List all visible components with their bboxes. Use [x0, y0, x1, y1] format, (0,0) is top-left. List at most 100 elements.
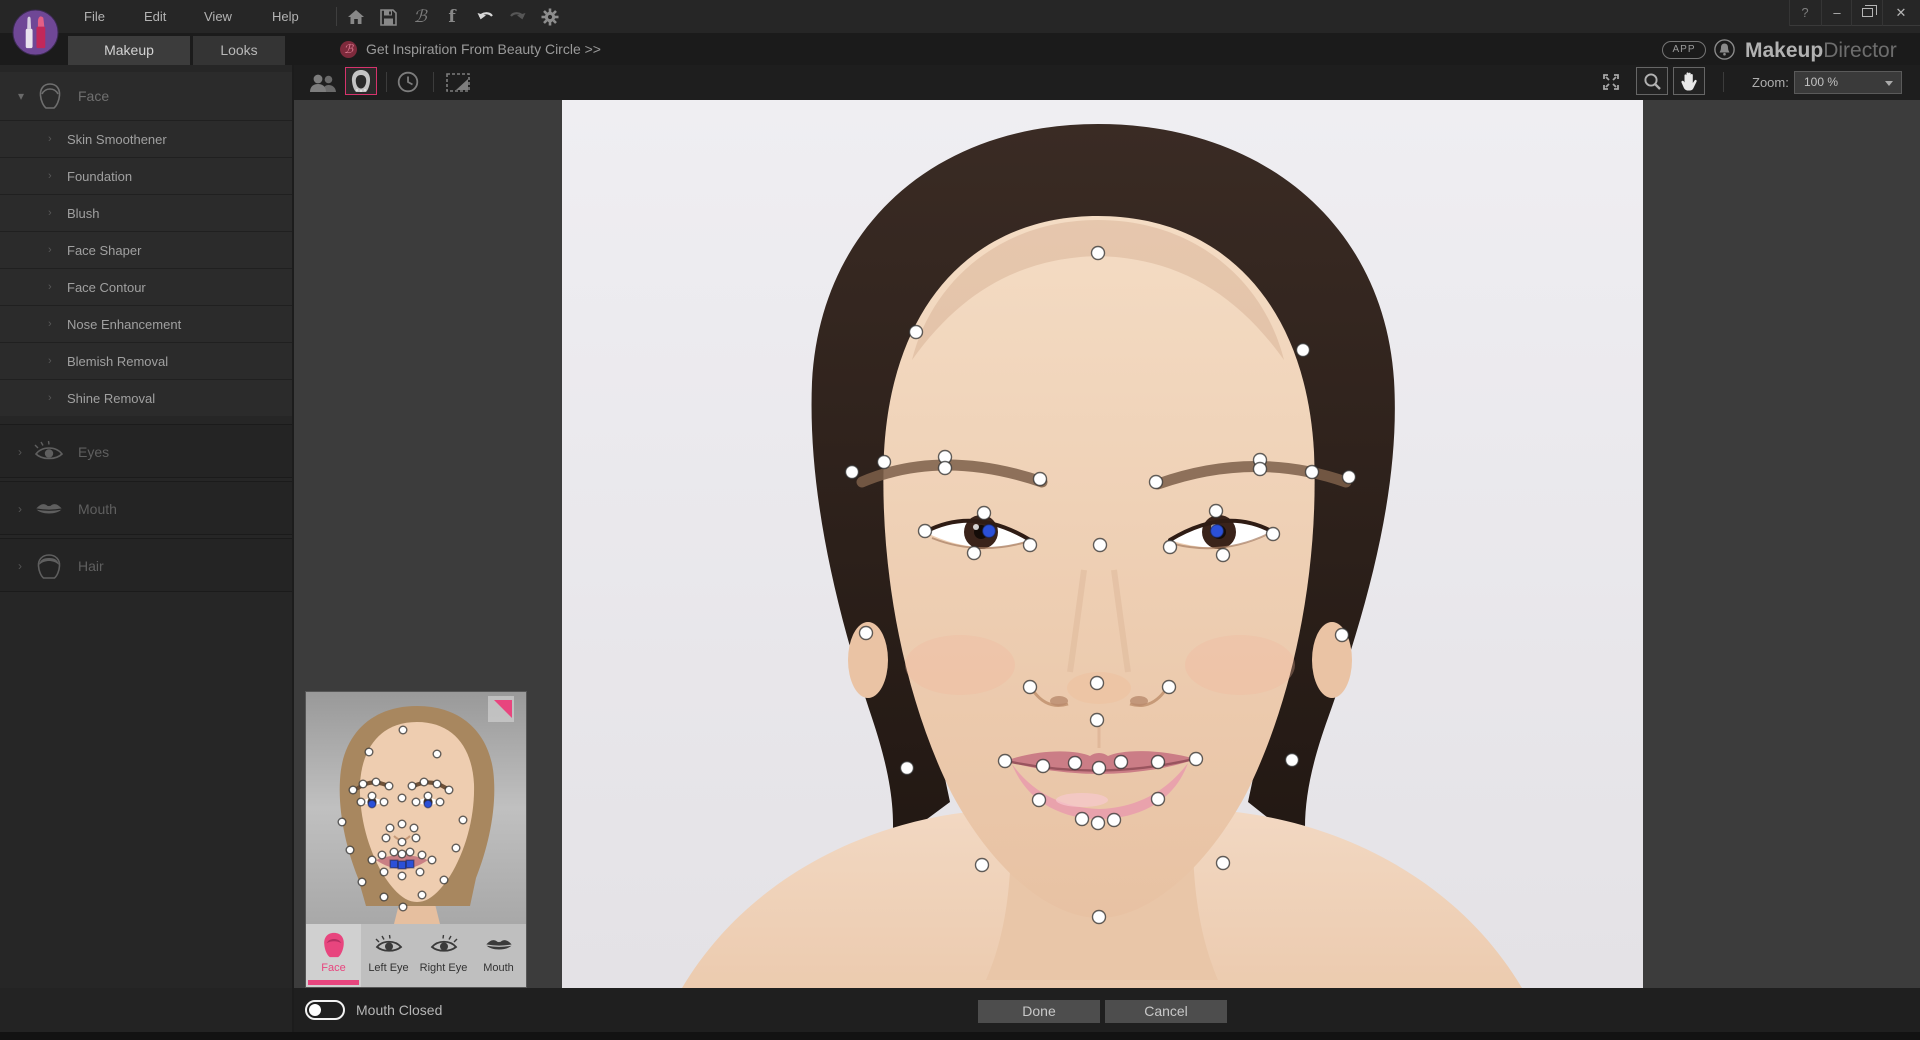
mouth-closed-toggle[interactable] [305, 1000, 345, 1020]
bottom-bar: Mouth Closed Done Cancel [294, 988, 1920, 1032]
menu-edit[interactable]: Edit [130, 0, 180, 33]
sidebar-item-label: Blemish Removal [67, 343, 168, 380]
zoom-tool[interactable] [1636, 67, 1668, 95]
left-eye-icon [374, 932, 404, 958]
redo-icon[interactable] [504, 4, 530, 30]
save-icon[interactable] [375, 4, 401, 30]
zoom-label: Zoom: [1752, 65, 1789, 100]
hair-icon [34, 553, 64, 579]
sidebar-section-face-label: Face [78, 72, 109, 120]
close-button[interactable]: ✕ [1882, 0, 1919, 26]
app-logo-icon [12, 9, 59, 56]
brand-title-bold: Makeup [1745, 39, 1823, 62]
sidebar-item-shine-removal[interactable]: › Shine Removal [0, 379, 292, 416]
chevron-right-icon: › [48, 269, 52, 306]
notification-bell-icon[interactable] [1714, 39, 1735, 60]
chevron-down-icon: ▾ [18, 89, 24, 103]
sidebar: ▾ Face › Skin Smoothener › Foundation › … [0, 65, 292, 1032]
tab-row: Makeup Looks ℬ Get Inspiration From Beau… [0, 33, 1920, 65]
sample-face-thumbnail[interactable] [306, 692, 526, 924]
toolbar-separator-2 [433, 72, 434, 92]
brand-title: MakeupDirector [1745, 36, 1897, 65]
chevron-right-icon: › [48, 121, 52, 158]
tab-looks[interactable]: Looks [193, 36, 285, 65]
chevron-right-icon: › [48, 195, 52, 232]
mouth-icon [484, 932, 514, 958]
eye-icon [34, 439, 64, 465]
fit-screen-icon[interactable] [1596, 68, 1626, 96]
window-controls: ? – ✕ [1789, 0, 1920, 26]
feature-points-panel: Face Left Eye Right Eye [305, 691, 527, 988]
sidebar-item-blemish-removal[interactable]: › Blemish Removal [0, 342, 292, 379]
sidebar-item-face-shaper[interactable]: › Face Shaper [0, 231, 292, 268]
sidebar-item-face-contour[interactable]: › Face Contour [0, 268, 292, 305]
toolbar-separator [386, 72, 387, 92]
sidebar-section-mouth[interactable]: › Mouth [0, 481, 292, 535]
sidebar-item-skin-smoothener[interactable]: › Skin Smoothener [0, 120, 292, 157]
help-button[interactable]: ? [1789, 0, 1820, 26]
feature-tab-right-eye-label: Right Eye [416, 962, 471, 974]
brand-title-light: Director [1823, 39, 1897, 62]
app-badge: APP [1662, 41, 1706, 59]
feature-tab-face-label: Face [306, 962, 361, 974]
done-button[interactable]: Done [978, 1000, 1100, 1023]
feature-points-tool-selected[interactable] [345, 67, 377, 95]
sidebar-footer [0, 988, 292, 1032]
menu-help[interactable]: Help [258, 0, 313, 33]
canvas-toolbar: Zoom: 100 % [294, 65, 1920, 100]
feature-tab-face[interactable]: Face [306, 924, 361, 987]
canvas-area[interactable] [294, 100, 1920, 988]
chevron-right-icon: › [18, 559, 22, 573]
chevron-right-icon: › [48, 306, 52, 343]
makeupdirector-window: File Edit View Help ℬ f [0, 0, 1920, 1040]
menu-view[interactable]: View [190, 0, 246, 33]
settings-gear-icon[interactable] [537, 4, 563, 30]
chevron-right-icon: › [48, 232, 52, 269]
portrait-photo[interactable] [562, 100, 1643, 988]
face-icon [36, 82, 64, 110]
sidebar-section-eyes-label: Eyes [78, 425, 109, 479]
sidebar-section-face[interactable]: ▾ Face [0, 72, 292, 120]
sidebar-section-eyes[interactable]: › Eyes [0, 424, 292, 478]
cancel-button[interactable]: Cancel [1105, 1000, 1227, 1023]
feature-tab-left-eye-label: Left Eye [361, 962, 416, 974]
multi-face-icon[interactable] [308, 68, 338, 96]
lips-icon [34, 496, 64, 522]
sidebar-item-blush[interactable]: › Blush [0, 194, 292, 231]
sidebar-item-label: Face Contour [67, 269, 146, 306]
sidebar-section-hair[interactable]: › Hair [0, 538, 292, 592]
menu-file[interactable]: File [70, 0, 119, 33]
sidebar-item-nose-enhancement[interactable]: › Nose Enhancement [0, 305, 292, 342]
feature-tab-left-eye[interactable]: Left Eye [361, 924, 416, 987]
face-pink-icon [319, 932, 349, 958]
sidebar-item-label: Face Shaper [67, 232, 141, 269]
feature-tab-right-eye[interactable]: Right Eye [416, 924, 471, 987]
facebook-icon[interactable]: f [439, 4, 465, 30]
chevron-right-icon: › [48, 343, 52, 380]
sidebar-item-label: Nose Enhancement [67, 306, 181, 343]
chevron-right-icon: › [48, 158, 52, 195]
beauty-circle-icon[interactable]: ℬ [407, 4, 433, 30]
restore-button[interactable] [1851, 0, 1882, 26]
chevron-right-icon: › [18, 502, 22, 516]
sidebar-section-hair-label: Hair [78, 539, 104, 593]
sidebar-item-label: Blush [67, 195, 100, 232]
compare-display-icon[interactable] [443, 68, 473, 96]
title-bar: File Edit View Help ℬ f [0, 0, 1920, 33]
feature-tab-mouth[interactable]: Mouth [471, 924, 526, 987]
right-eye-icon [429, 932, 459, 958]
hand-tool-selected[interactable] [1673, 67, 1705, 95]
history-icon[interactable] [393, 68, 423, 96]
beauty-circle-link[interactable]: Get Inspiration From Beauty Circle >> [366, 33, 601, 65]
toolbar-separator-3 [1723, 72, 1724, 92]
sidebar-item-label: Skin Smoothener [67, 121, 167, 158]
feature-tab-mouth-label: Mouth [471, 962, 526, 974]
zoom-dropdown[interactable]: 100 % [1794, 71, 1902, 94]
sidebar-item-foundation[interactable]: › Foundation [0, 157, 292, 194]
feature-tabs: Face Left Eye Right Eye [306, 924, 526, 987]
chevron-right-icon: › [18, 445, 22, 459]
undo-icon[interactable] [472, 4, 498, 30]
minimize-button[interactable]: – [1821, 0, 1852, 26]
home-icon[interactable] [343, 4, 369, 30]
tab-makeup[interactable]: Makeup [68, 36, 190, 65]
